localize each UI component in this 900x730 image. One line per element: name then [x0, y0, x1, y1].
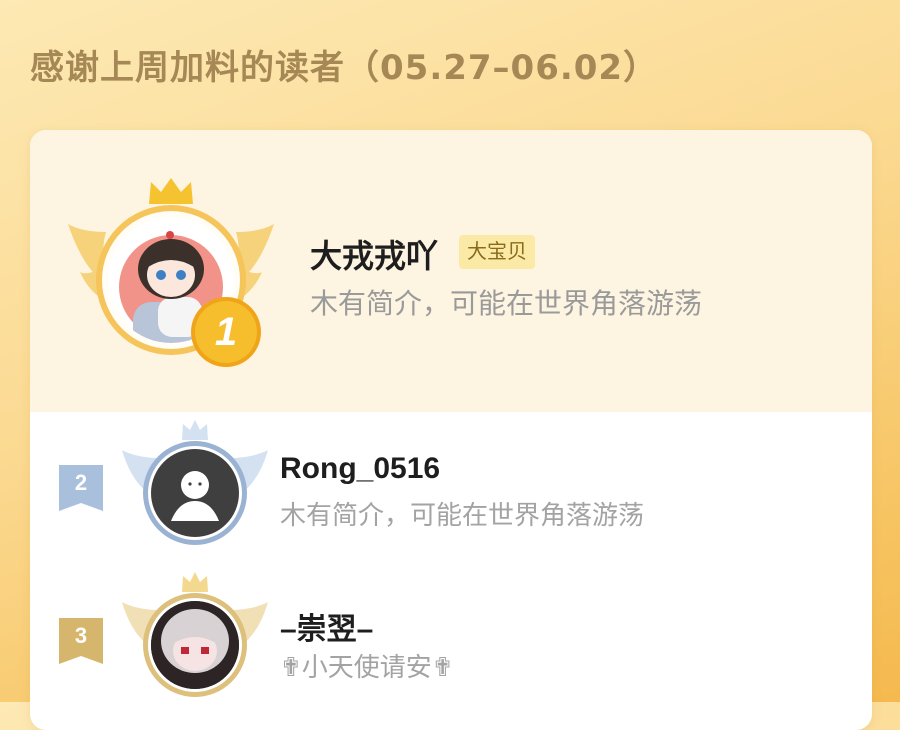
- reader-3-avatar-badge[interactable]: [120, 570, 270, 702]
- page-title: 感谢上周加料的读者（05.27–06.02）: [30, 48, 659, 88]
- default-user-icon: [171, 471, 219, 521]
- reader-2-bio: 木有简介，可能在世界角落游荡: [280, 500, 645, 530]
- reader-1-name[interactable]: 大戎戎吖: [310, 231, 438, 277]
- avatar: [151, 449, 239, 537]
- avatar: [151, 601, 239, 689]
- rank-ribbon-2: 2: [59, 465, 103, 511]
- rank-number: 3: [74, 623, 88, 648]
- reader-1-avatar-badge[interactable]: 1: [66, 172, 276, 372]
- reader-3-name[interactable]: –崇翌–: [280, 604, 373, 648]
- reader-2-name[interactable]: Rong_0516: [280, 452, 440, 486]
- pixel-girl-avatar-icon: [151, 601, 239, 689]
- rank-ribbon-3: 3: [59, 618, 103, 664]
- reader-3-bio: ✟小天使请安✟: [280, 652, 454, 682]
- rank-number: 1: [214, 310, 238, 354]
- rank-number: 2: [74, 470, 88, 495]
- reader-1-bio: 木有简介，可能在世界角落游荡: [310, 288, 703, 319]
- reader-2-avatar-badge[interactable]: [120, 418, 270, 550]
- vip-badge: 大宝贝: [459, 235, 535, 269]
